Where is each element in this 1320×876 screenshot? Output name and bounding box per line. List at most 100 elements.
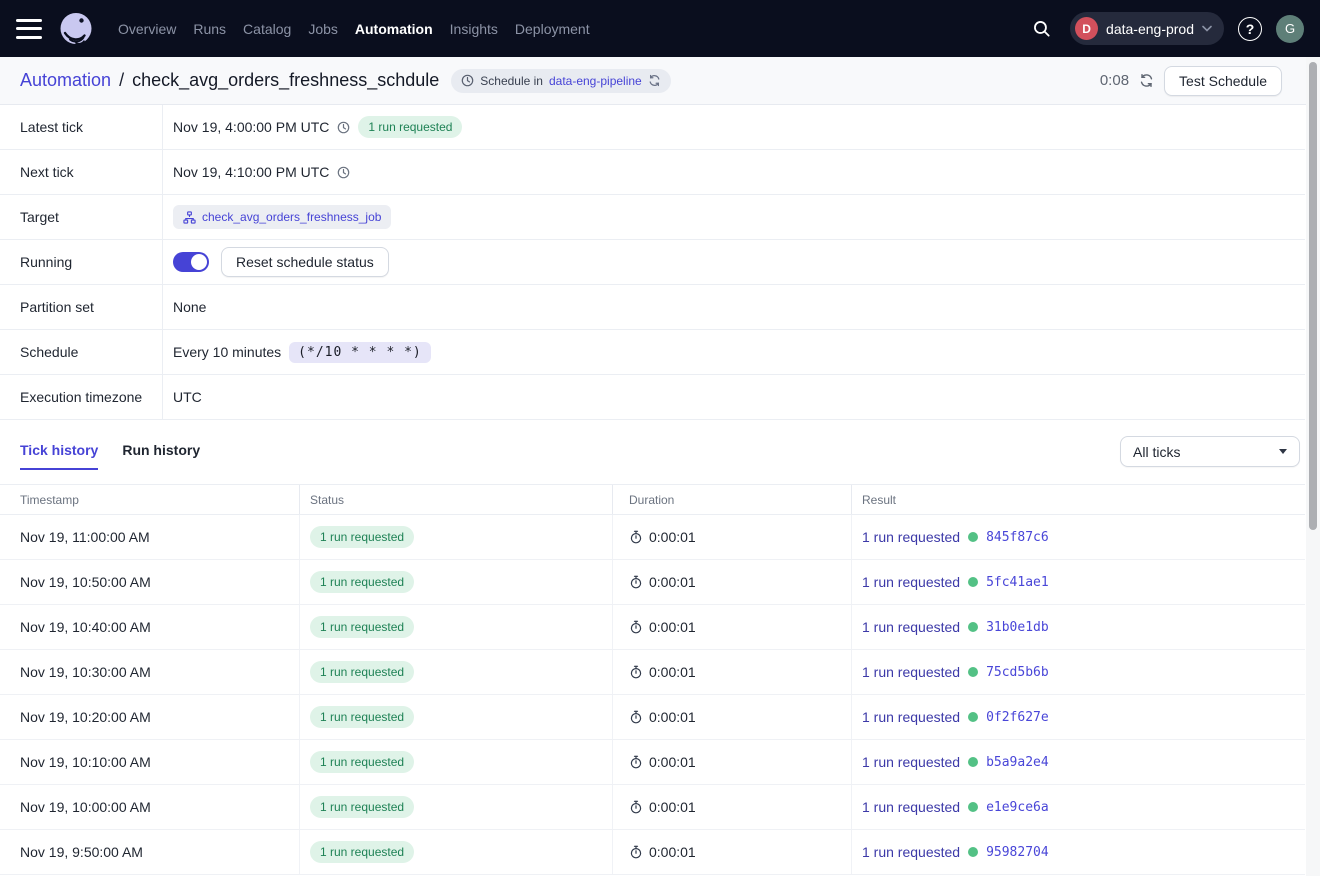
nav-item-overview[interactable]: Overview <box>118 21 176 37</box>
help-icon[interactable]: ? <box>1238 17 1262 41</box>
tick-status-badge: 1 run requested <box>310 661 414 683</box>
top-nav: Overview Runs Catalog Jobs Automation Insight… <box>0 0 1320 57</box>
tick-status-badge: 1 run requested <box>310 706 414 728</box>
page-title: check_avg_orders_freshness_schdule <box>132 70 439 91</box>
clock-icon <box>461 74 474 87</box>
run-status-dot <box>968 847 978 857</box>
tick-timestamp: Nov 19, 10:20:00 AM <box>0 695 300 739</box>
tick-history-table: Timestamp Status Duration Result Nov 19,… <box>0 484 1305 875</box>
stopwatch-icon <box>629 620 643 634</box>
latest-tick-status-badge: 1 run requested <box>358 116 462 138</box>
run-status-dot <box>968 712 978 722</box>
stopwatch-icon <box>629 755 643 769</box>
nav-item-runs[interactable]: Runs <box>193 21 226 37</box>
run-status-dot <box>968 757 978 767</box>
stopwatch-icon <box>629 665 643 679</box>
job-graph-icon <box>183 211 196 224</box>
col-header-result: Result <box>852 493 1305 507</box>
table-row: Nov 19, 10:00:00 AM 1 run requested 0:00… <box>0 785 1305 830</box>
run-status-dot <box>968 802 978 812</box>
running-row: Running Reset schedule status <box>0 240 1305 285</box>
runs-requested-link[interactable]: 1 run requested <box>862 529 960 545</box>
run-id-link[interactable]: b5a9a2e4 <box>986 755 1049 770</box>
table-row: Nov 19, 10:30:00 AM 1 run requested 0:00… <box>0 650 1305 695</box>
test-schedule-button[interactable]: Test Schedule <box>1164 66 1282 96</box>
scrollbar-thumb[interactable] <box>1309 62 1317 530</box>
run-status-dot <box>968 667 978 677</box>
table-header: Timestamp Status Duration Result <box>0 484 1305 515</box>
workspace-switcher[interactable]: D data-eng-prod <box>1070 12 1224 45</box>
run-id-link[interactable]: 5fc41ae1 <box>986 575 1049 590</box>
runs-requested-link[interactable]: 1 run requested <box>862 754 960 770</box>
tick-status-badge: 1 run requested <box>310 526 414 548</box>
target-row: Target check_avg_orders_freshness_job <box>0 195 1305 240</box>
run-status-dot <box>968 532 978 542</box>
tick-duration: 0:00:01 <box>649 709 696 725</box>
schedule-details: Latest tick Nov 19, 4:00:00 PM UTC 1 run… <box>0 105 1305 420</box>
run-id-link[interactable]: 75cd5b6b <box>986 665 1049 680</box>
table-row: Nov 19, 11:00:00 AM 1 run requested 0:00… <box>0 515 1305 560</box>
tick-duration: 0:00:01 <box>649 664 696 680</box>
target-job-pill[interactable]: check_avg_orders_freshness_job <box>173 205 391 229</box>
run-id-link[interactable]: 845f87c6 <box>986 530 1049 545</box>
runs-requested-link[interactable]: 1 run requested <box>862 664 960 680</box>
stopwatch-icon <box>629 845 643 859</box>
latest-tick-value: Nov 19, 4:00:00 PM UTC <box>173 119 329 135</box>
tick-filter-select[interactable]: All ticks <box>1120 436 1300 467</box>
scrollbar-track <box>1306 57 1320 876</box>
dagster-logo-icon[interactable] <box>56 9 96 49</box>
runs-requested-link[interactable]: 1 run requested <box>862 799 960 815</box>
tick-status-badge: 1 run requested <box>310 616 414 638</box>
run-id-link[interactable]: 95982704 <box>986 845 1049 860</box>
tick-timestamp: Nov 19, 11:00:00 AM <box>0 515 300 559</box>
schedule-location-badge: Schedule in data-eng-pipeline <box>451 69 670 93</box>
search-icon[interactable] <box>1026 14 1056 44</box>
reload-icon[interactable] <box>648 74 661 87</box>
running-toggle[interactable] <box>173 252 209 272</box>
schedule-in-label: Schedule in <box>480 74 543 88</box>
nav-item-automation[interactable]: Automation <box>355 21 433 37</box>
runs-requested-link[interactable]: 1 run requested <box>862 844 960 860</box>
refresh-countdown: 0:08 <box>1100 72 1129 89</box>
table-row: Nov 19, 10:10:00 AM 1 run requested 0:00… <box>0 740 1305 785</box>
tick-timestamp: Nov 19, 10:30:00 AM <box>0 650 300 694</box>
next-tick-label: Next tick <box>0 150 163 194</box>
run-id-link[interactable]: 0f2f627e <box>986 710 1049 725</box>
history-tabs-row: Tick history Run history All ticks <box>0 436 1320 470</box>
runs-requested-link[interactable]: 1 run requested <box>862 619 960 635</box>
run-id-link[interactable]: e1e9ce6a <box>986 800 1049 815</box>
run-id-link[interactable]: 31b0e1db <box>986 620 1049 635</box>
stopwatch-icon <box>629 575 643 589</box>
running-label: Running <box>0 240 163 284</box>
breadcrumb-automation-link[interactable]: Automation <box>20 70 111 91</box>
schedule-label: Schedule <box>0 330 163 374</box>
reset-schedule-status-button[interactable]: Reset schedule status <box>221 247 389 277</box>
next-tick-row: Next tick Nov 19, 4:10:00 PM UTC <box>0 150 1305 195</box>
runs-requested-link[interactable]: 1 run requested <box>862 709 960 725</box>
execution-timezone-row: Execution timezone UTC <box>0 375 1305 420</box>
tick-filter-value: All ticks <box>1133 444 1180 460</box>
latest-tick-row: Latest tick Nov 19, 4:00:00 PM UTC 1 run… <box>0 105 1305 150</box>
nav-item-jobs[interactable]: Jobs <box>308 21 338 37</box>
stopwatch-icon <box>629 710 643 724</box>
tick-duration: 0:00:01 <box>649 799 696 815</box>
tab-tick-history[interactable]: Tick history <box>20 436 98 470</box>
user-avatar[interactable]: G <box>1276 15 1304 43</box>
primary-nav: Overview Runs Catalog Jobs Automation Insight… <box>118 21 590 37</box>
run-status-dot <box>968 622 978 632</box>
hamburger-menu-icon[interactable] <box>16 19 42 39</box>
tick-timestamp: Nov 19, 9:50:00 AM <box>0 830 300 874</box>
latest-tick-label: Latest tick <box>0 105 163 149</box>
nav-item-deployment[interactable]: Deployment <box>515 21 590 37</box>
table-row: Nov 19, 10:50:00 AM 1 run requested 0:00… <box>0 560 1305 605</box>
tick-status-badge: 1 run requested <box>310 571 414 593</box>
target-job-link[interactable]: check_avg_orders_freshness_job <box>202 210 381 224</box>
nav-item-catalog[interactable]: Catalog <box>243 21 291 37</box>
nav-item-insights[interactable]: Insights <box>450 21 498 37</box>
code-location-link[interactable]: data-eng-pipeline <box>549 74 642 88</box>
target-label: Target <box>0 195 163 239</box>
cron-expression: (*/10 * * * *) <box>289 342 431 363</box>
refresh-icon[interactable] <box>1139 73 1154 88</box>
tab-run-history[interactable]: Run history <box>122 436 200 470</box>
runs-requested-link[interactable]: 1 run requested <box>862 574 960 590</box>
